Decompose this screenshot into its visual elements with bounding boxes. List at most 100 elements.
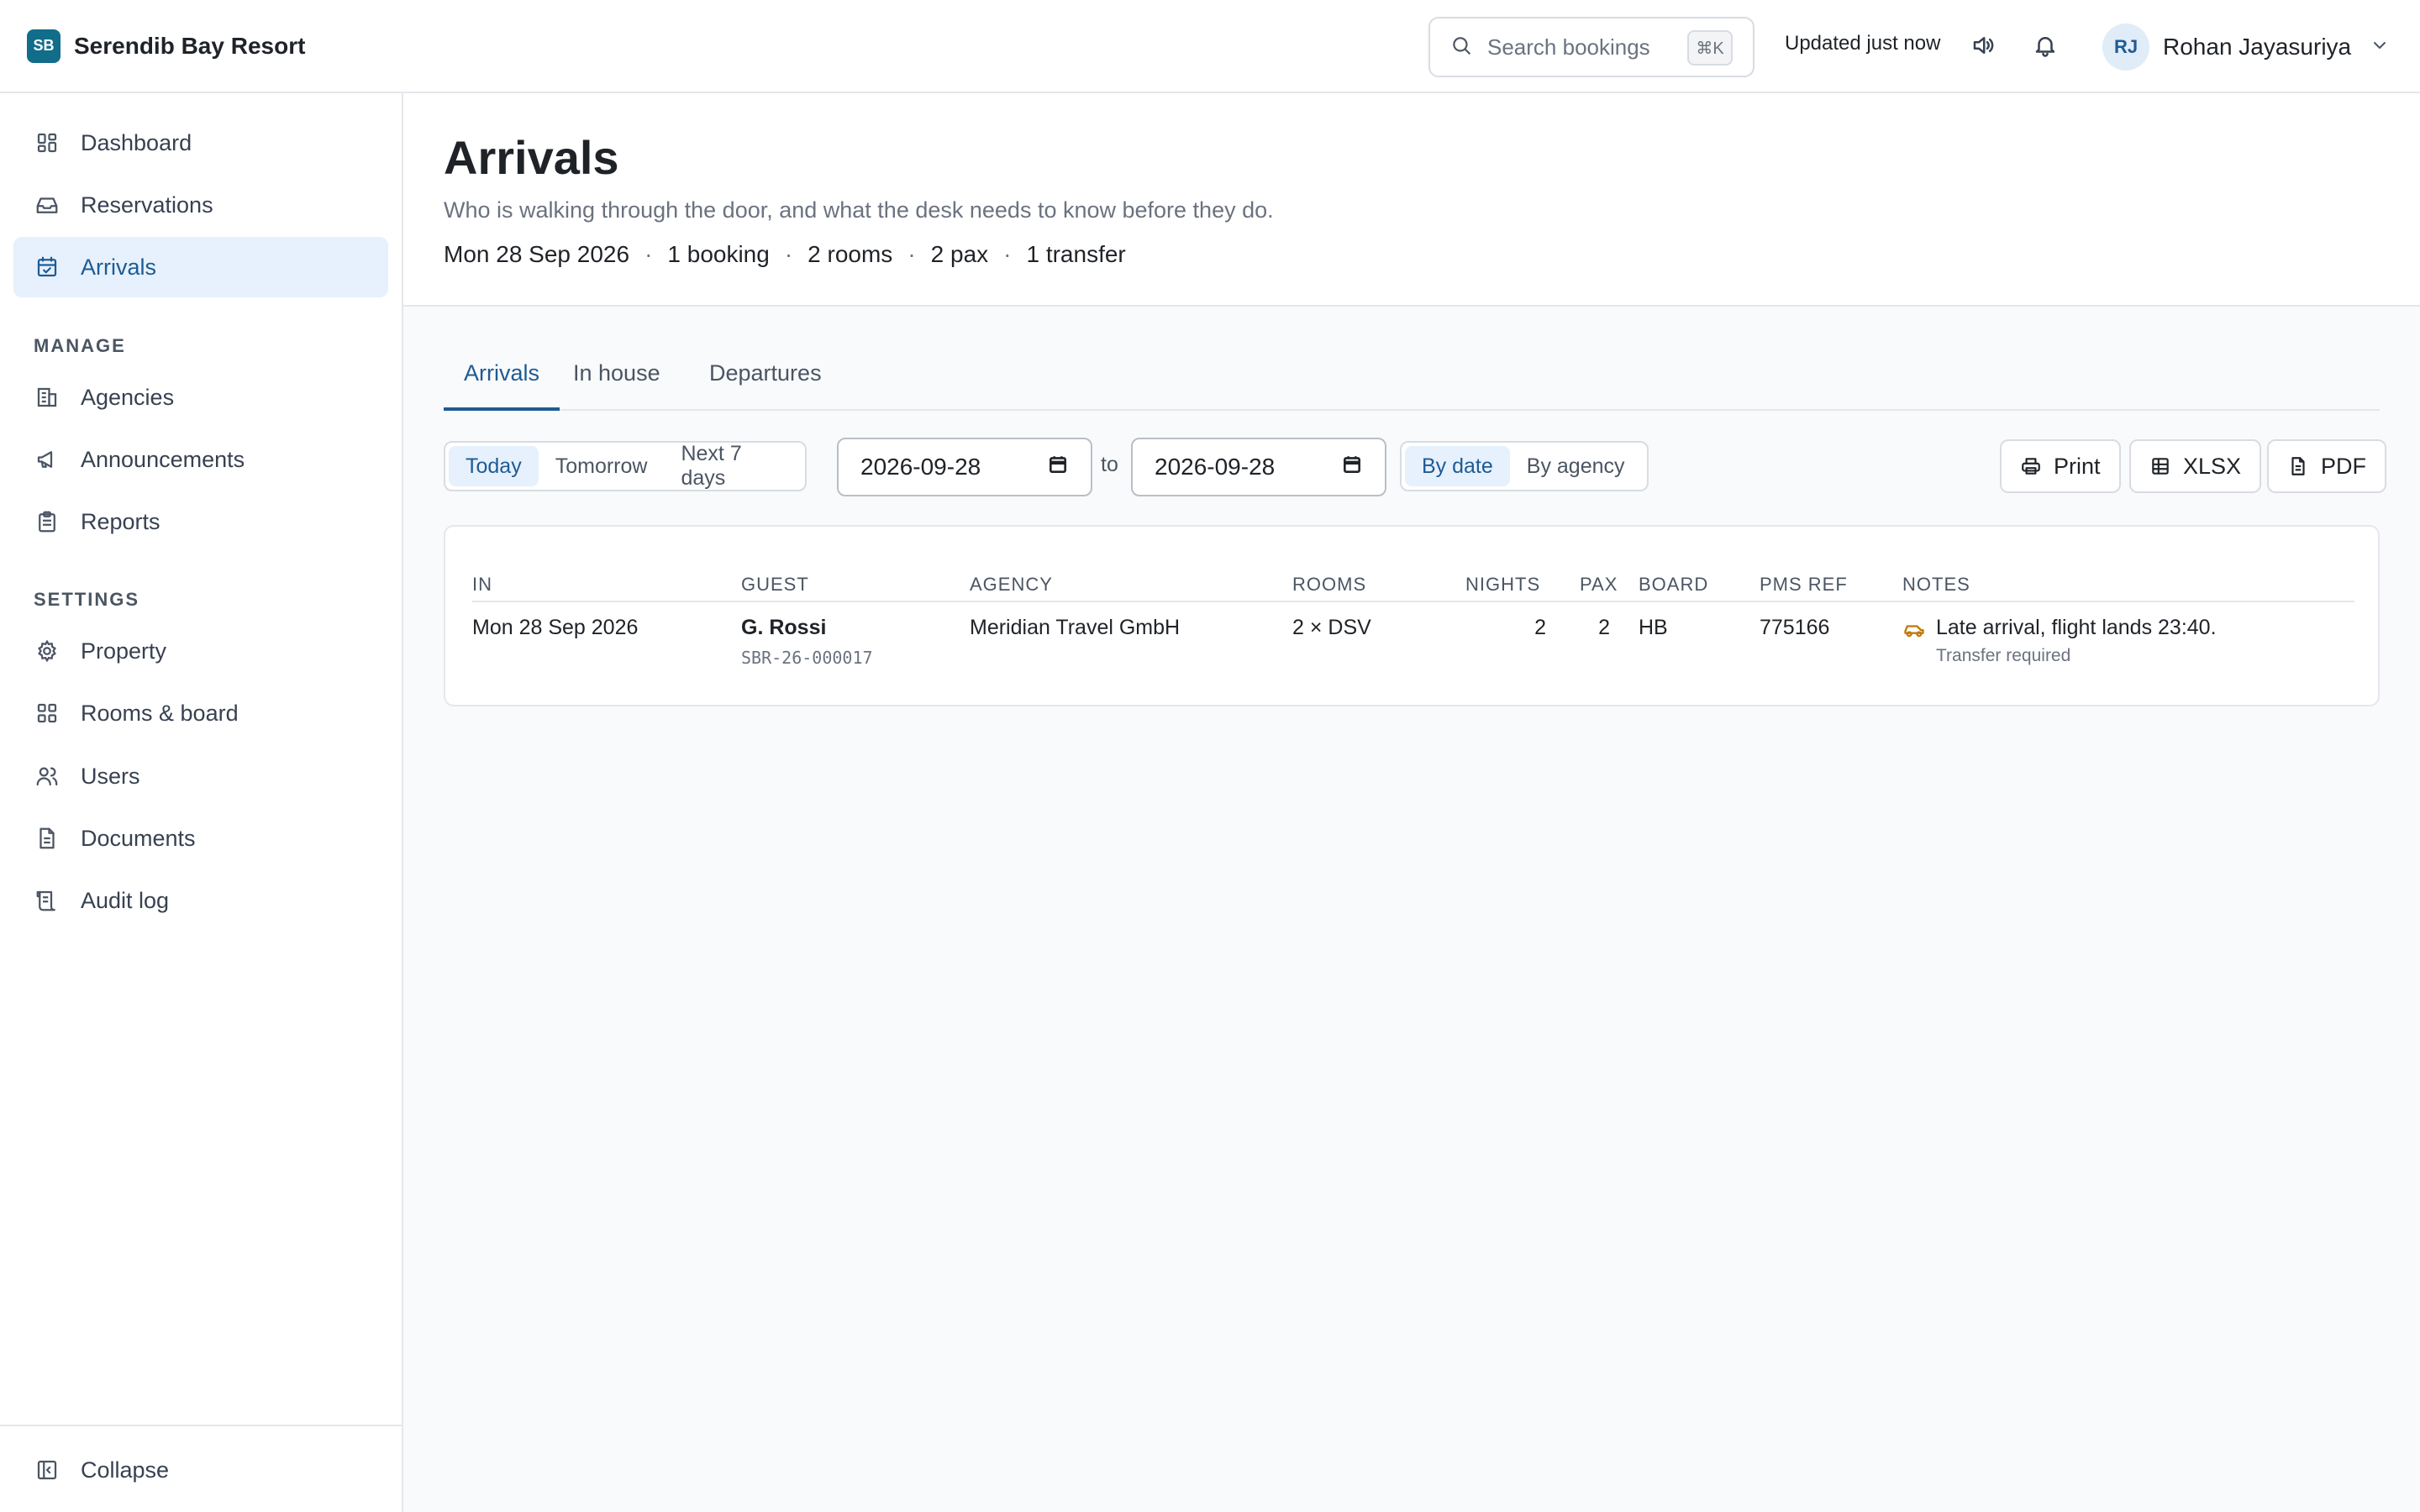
cell-pms-ref: 775166 [1760,616,1830,639]
export-pdf-button[interactable]: PDF [2267,439,2386,493]
sidebar-item-users[interactable]: Users [13,746,388,806]
column-header-guest[interactable]: GUEST [741,574,809,596]
user-name: Rohan Jayasuriya [2163,34,2352,60]
document-icon [34,825,60,852]
cell-guest[interactable]: G. Rossi [741,616,826,640]
cell-agency: Meridian Travel GmbH [970,616,1181,639]
users-icon [34,763,60,790]
user-menu[interactable]: RJ Rohan Jayasuriya [2102,24,2390,71]
group-by-date-button[interactable]: By date [1405,446,1510,486]
table-header-divider [472,601,2354,602]
export-xlsx-button[interactable]: XLSX [2129,439,2262,493]
scroll-icon [34,887,60,914]
main-content: Arrivals In house Departures Today Tomor… [403,307,2420,1512]
column-header-board[interactable]: BOARD [1639,574,1708,596]
top-bar: SB Serendib Bay Resort Search bookings ⌘… [0,0,2420,93]
cell-booking-ref: SBR-26-000017 [741,648,873,668]
date-from-input[interactable]: 2026-09-28 [837,438,1092,496]
brand[interactable]: SB Serendib Bay Resort [27,29,305,63]
print-label: Print [2054,453,2101,479]
print-button[interactable]: Print [2000,439,2121,493]
cell-pax: 2 [1598,616,1610,639]
announcements-button[interactable] [1966,30,2000,64]
car-icon [1902,617,1926,647]
to-label: to [1101,453,1118,476]
sidebar-item-documents[interactable]: Documents [13,808,388,869]
page-title: Arrivals [444,131,619,184]
collapse-sidebar-button[interactable]: Collapse [13,1440,388,1500]
sidebar-item-agencies[interactable]: Agencies [13,367,388,428]
sidebar-item-property[interactable]: Property [13,621,388,681]
tab-bar: Arrivals In house Departures [444,357,2380,411]
search-input[interactable]: Search bookings ⌘K [1428,17,1754,77]
meta-rooms: 2 rooms [808,241,893,267]
sidebar-section-settings: SETTINGS [34,589,140,610]
building-icon [34,384,60,411]
inbox-icon [34,192,60,218]
date-from-value: 2026-09-28 [860,454,981,480]
sidebar-item-label: Users [81,763,140,789]
range-filter: Today Tomorrow Next 7 days [444,441,807,491]
group-by-agency-button[interactable]: By agency [1510,446,1642,486]
sidebar-item-audit-log[interactable]: Audit log [13,870,388,931]
range-tomorrow-button[interactable]: Tomorrow [539,446,665,486]
meta-transfers: 1 transfer [1026,241,1126,267]
column-header-agency[interactable]: AGENCY [970,574,1053,596]
sidebar-item-label: Arrivals [81,254,157,280]
meta-bookings: 1 booking [667,241,770,267]
sidebar-item-reports[interactable]: Reports [13,491,388,552]
sidebar-item-reservations[interactable]: Reservations [13,175,388,235]
group-filter: By date By agency [1400,441,1649,491]
sidebar: Dashboard Reservations Arrivals MANAGE Agenc… [0,93,403,1512]
sidebar-item-rooms-and-board[interactable]: Rooms & board [13,683,388,743]
sidebar-item-label: Announcements [81,446,245,472]
pdf-label: PDF [2321,453,2366,479]
range-next-7-days-button[interactable]: Next 7 days [664,442,802,490]
xlsx-label: XLSX [2183,453,2242,479]
clipboard-icon [34,508,60,535]
dashboard-icon [34,129,60,156]
sidebar-item-announcements[interactable]: Announcements [13,429,388,490]
brand-logo: SB [27,29,60,63]
grid-icon [34,700,60,727]
meta-separator: · [908,241,916,267]
tab-departures[interactable]: Departures [709,357,822,411]
table-icon [2149,455,2171,477]
sidebar-item-arrivals[interactable]: Arrivals [13,237,388,297]
megaphone-icon [34,446,60,473]
search-shortcut: ⌘K [1687,30,1733,66]
calendar-icon [1047,454,1069,481]
sidebar-item-label: Documents [81,825,196,851]
chevron-down-icon [2370,35,2390,60]
column-header-pms-ref[interactable]: PMS REF [1760,574,1848,596]
sidebar-item-label: Agencies [81,384,175,410]
meta-separator: · [1003,241,1012,267]
arrivals-table: IN GUEST AGENCY ROOMS NIGHTS PAX BOARD P… [444,525,2380,706]
column-header-in[interactable]: IN [472,574,492,596]
column-header-rooms[interactable]: ROOMS [1292,574,1366,596]
cell-in: Mon 28 Sep 2026 [472,616,639,639]
date-to-input[interactable]: 2026-09-28 [1131,438,1386,496]
range-today-button[interactable]: Today [449,446,539,486]
collapse-icon [34,1457,60,1483]
tab-in-house[interactable]: In house [573,357,660,411]
cell-note-sub: Transfer required [1936,646,2071,665]
bell-icon [2033,33,2058,62]
tab-arrivals[interactable]: Arrivals [444,357,560,411]
sidebar-item-dashboard[interactable]: Dashboard [13,113,388,173]
cell-rooms: 2 × DSV [1292,616,1371,639]
notifications-button[interactable] [2028,30,2062,64]
updated-status: Updated just now [1785,32,1941,55]
search-placeholder: Search bookings [1487,34,1650,60]
column-header-notes[interactable]: NOTES [1902,574,1970,596]
calendar-check-icon [34,254,60,281]
column-header-nights[interactable]: NIGHTS [1465,574,1540,596]
cell-board: HB [1639,616,1668,639]
meta-date: Mon 28 Sep 2026 [444,241,630,267]
brand-name: Serendib Bay Resort [74,32,306,59]
avatar: RJ [2102,24,2149,71]
collapse-label: Collapse [81,1457,170,1483]
column-header-pax[interactable]: PAX [1580,574,1618,596]
meta-separator: · [644,241,653,267]
sidebar-footer: Collapse [0,1425,402,1512]
